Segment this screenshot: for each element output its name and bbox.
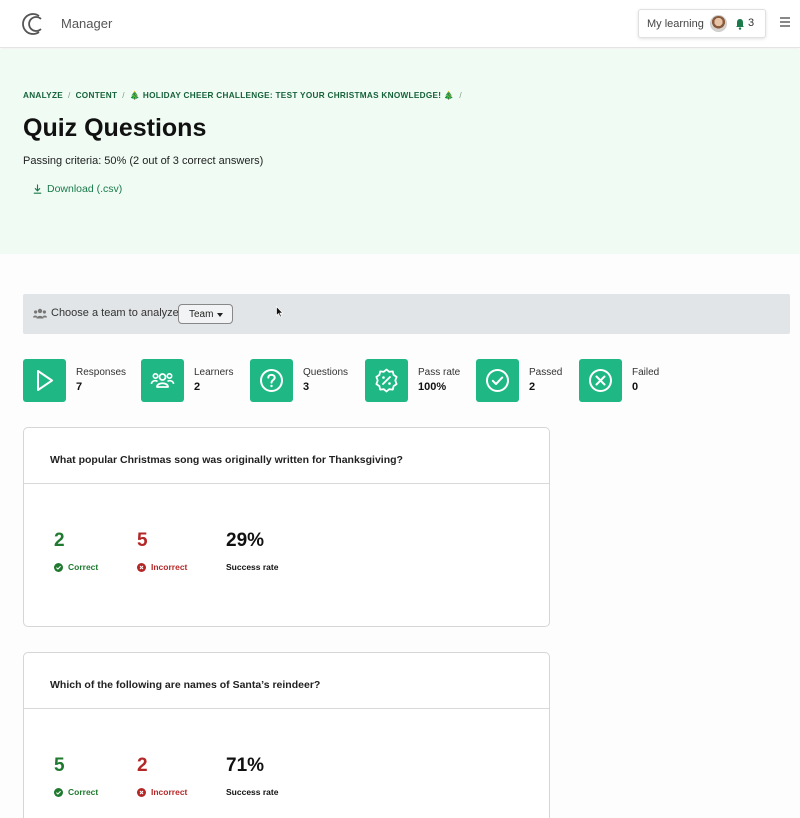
success-rate-value: 71% — [226, 755, 265, 776]
stat-value: 100% — [418, 381, 447, 393]
incorrect-count: 5 — [137, 530, 148, 551]
question-card: Which of the following are names of Sant… — [23, 652, 550, 818]
success-rate-label: Success rate — [226, 562, 279, 572]
download-csv-link[interactable]: Download (.csv) — [33, 183, 122, 195]
incorrect-metric: 2 Incorrect — [137, 755, 187, 797]
question-text: What popular Christmas song was original… — [50, 454, 403, 466]
team-filter-label: Choose a team to analyze — [51, 307, 179, 319]
app-name: Manager — [61, 16, 113, 31]
stat-label: Failed — [632, 367, 660, 378]
mouse-cursor-icon — [276, 306, 284, 318]
x-circle-icon — [589, 369, 612, 392]
logo-icon[interactable] — [20, 11, 46, 37]
check-circle-icon — [486, 369, 509, 392]
avatar[interactable] — [710, 15, 727, 32]
correct-label: Correct — [68, 562, 99, 572]
stat-label: Questions — [303, 367, 349, 378]
my-learning-label: My learning — [647, 18, 704, 30]
breadcrumb: ANALYZE / CONTENT / 🎄 HOLIDAY CHEER CHALLENG… — [23, 91, 462, 100]
incorrect-metric: 5 Incorrect — [137, 530, 187, 572]
correct-label: Correct — [68, 787, 99, 797]
correct-metric: 2 Correct — [54, 530, 98, 572]
question-text: Which of the following are names of Sant… — [50, 679, 321, 691]
stat-value: 3 — [303, 381, 310, 393]
bell-icon[interactable] — [735, 18, 745, 30]
download-icon — [33, 184, 42, 194]
question-icon — [260, 369, 283, 392]
success-rate-value: 29% — [226, 530, 265, 551]
download-label: Download (.csv) — [47, 183, 123, 195]
breadcrumb-analyze[interactable]: ANALYZE — [23, 91, 63, 100]
percent-badge-icon — [375, 368, 398, 393]
stat-value: 2 — [194, 381, 201, 393]
correct-count: 2 — [54, 530, 65, 551]
notification-count: 3 — [748, 17, 755, 29]
breadcrumb-content[interactable]: CONTENT — [76, 91, 118, 100]
stat-label: Responses — [76, 367, 127, 378]
card-divider — [24, 708, 549, 709]
caret-down-icon — [217, 313, 223, 317]
team-icon — [33, 308, 47, 319]
play-icon — [37, 370, 53, 391]
correct-metric: 5 Correct — [54, 755, 98, 797]
success-rate-label: Success rate — [226, 787, 279, 797]
passing-criteria: Passing criteria: 50% (2 out of 3 correc… — [23, 155, 264, 167]
hamburger-menu-icon[interactable] — [780, 17, 790, 27]
team-filter-bar: Choose a team to analyze Team — [23, 294, 790, 334]
correct-count: 5 — [54, 755, 65, 776]
stat-value: 0 — [632, 381, 639, 393]
x-circle-icon — [137, 562, 146, 572]
team-select-value: Team — [189, 309, 214, 320]
page-title: Quiz Questions — [23, 114, 207, 142]
success-rate-metric: 71% Success rate — [226, 755, 278, 797]
incorrect-label: Incorrect — [151, 562, 188, 572]
card-divider — [24, 483, 549, 484]
team-select[interactable]: Team — [178, 304, 233, 324]
incorrect-label: Incorrect — [151, 787, 188, 797]
success-rate-metric: 29% Success rate — [226, 530, 278, 572]
users-icon — [150, 373, 175, 388]
stat-value: 7 — [76, 381, 83, 393]
stat-label: Learners — [194, 367, 234, 378]
check-circle-icon — [54, 787, 63, 797]
incorrect-count: 2 — [137, 755, 148, 776]
stat-value: 2 — [529, 381, 536, 393]
question-card: What popular Christmas song was original… — [23, 427, 550, 627]
breadcrumb-quiz[interactable]: 🎄 HOLIDAY CHEER CHALLENGE: TEST YOUR CHR… — [130, 91, 455, 100]
x-circle-icon — [137, 787, 146, 797]
stat-label: Pass rate — [418, 367, 461, 378]
top-bar: Manager My learning 3 — [0, 0, 800, 48]
stat-label: Passed — [529, 367, 563, 378]
page-header — [0, 49, 800, 254]
my-learning-button[interactable]: My learning 3 — [638, 9, 766, 38]
check-circle-icon — [54, 562, 63, 572]
